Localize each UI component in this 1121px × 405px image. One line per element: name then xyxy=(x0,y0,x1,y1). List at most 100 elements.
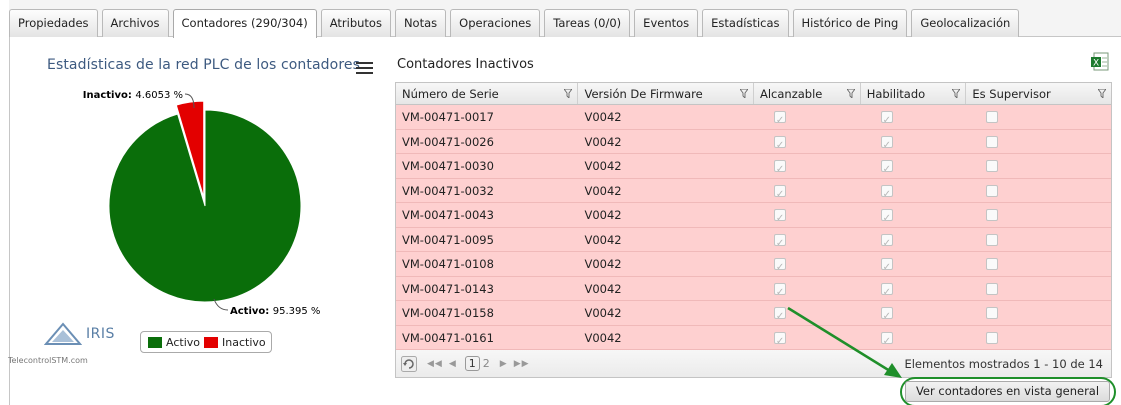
data-label-value: 4.6053 % xyxy=(135,90,183,101)
serial-number: VM-00471-0158 xyxy=(402,306,494,320)
table-row[interactable]: VM-00471-0017 V0042 xyxy=(396,105,1111,133)
serial-number: VM-00471-0043 xyxy=(402,208,494,222)
supervisor-checkbox[interactable] xyxy=(986,258,999,270)
table-row[interactable]: VM-00471-0095 V0042 xyxy=(396,227,1111,256)
enabled-checkbox[interactable] xyxy=(880,305,893,329)
inactive-meters-grid: Número de Serie Versión De Firmware Alcanz… xyxy=(395,82,1112,378)
serial-number: VM-00471-0026 xyxy=(402,134,494,149)
supervisor-checkbox[interactable] xyxy=(986,331,999,344)
pie-chart: Inactivo: 4.6053 % Activo: 95.395 % xyxy=(83,90,321,317)
serial-number: VM-00471-0095 xyxy=(402,232,494,247)
last-page-icon[interactable]: ▶▶ xyxy=(514,359,530,369)
logo-subtitle: TelecontrolSTM.com xyxy=(8,356,88,365)
filter-icon[interactable] xyxy=(846,89,855,98)
legend-item[interactable]: Inactivo xyxy=(204,336,266,349)
firmware-version: V0042 xyxy=(584,183,622,198)
tab-9[interactable]: Histórico de Ping xyxy=(792,9,908,37)
enabled-checkbox[interactable] xyxy=(880,183,893,207)
table-row[interactable]: VM-00471-0026 V0042 xyxy=(396,129,1111,158)
data-label-name: Activo: xyxy=(230,306,273,317)
tab-8[interactable]: Estadísticas xyxy=(702,9,789,37)
supervisor-checkbox[interactable] xyxy=(986,111,999,123)
firmware-version: V0042 xyxy=(584,110,622,124)
iris-logo-icon xyxy=(43,322,83,349)
legend-swatch xyxy=(148,336,162,348)
enabled-checkbox[interactable] xyxy=(880,256,893,280)
serial-number: VM-00471-0030 xyxy=(402,159,494,173)
supervisor-checkbox[interactable] xyxy=(986,160,999,172)
column-header[interactable]: Habilitado xyxy=(861,83,967,104)
legend-item[interactable]: Activo xyxy=(148,336,200,349)
pie-slice-activo[interactable] xyxy=(108,109,302,303)
reachable-checkbox[interactable] xyxy=(773,305,786,329)
filter-icon[interactable] xyxy=(1097,89,1106,98)
table-row[interactable]: VM-00471-0032 V0042 xyxy=(396,178,1111,207)
chart-legend: Activo Inactivo xyxy=(140,331,272,353)
excel-export-icon[interactable]: X xyxy=(1090,52,1110,72)
column-header-label: Versión De Firmware xyxy=(584,87,703,101)
tab-5[interactable]: Operaciones xyxy=(450,9,541,37)
tab-7[interactable]: Eventos xyxy=(634,9,699,37)
first-page-icon[interactable]: ◀◀ xyxy=(427,359,443,369)
column-header[interactable]: Alcanzable xyxy=(754,83,861,104)
grid-pager: ◀◀ ◀ 1 2 ▶ ▶▶ Elementos mostrados 1 - 10… xyxy=(396,350,1111,377)
filter-icon[interactable] xyxy=(564,89,573,98)
tab-6[interactable]: Tareas (0/0) xyxy=(544,9,631,37)
page-1-button[interactable]: 1 xyxy=(464,356,480,371)
column-header[interactable]: Número de Serie xyxy=(396,83,579,104)
table-row[interactable]: VM-00471-0143 V0042 xyxy=(396,276,1111,305)
table-row[interactable]: VM-00471-0043 V0042 xyxy=(396,203,1111,231)
table-row[interactable]: VM-00471-0030 V0042 xyxy=(396,154,1111,182)
prev-page-icon[interactable]: ◀ xyxy=(449,359,457,369)
grid-header: Número de Serie Versión De Firmware Alcanz… xyxy=(396,83,1111,105)
table-row[interactable]: VM-00471-0158 V0042 xyxy=(396,301,1111,329)
next-page-icon[interactable]: ▶ xyxy=(500,359,508,369)
firmware-version: V0042 xyxy=(584,257,622,271)
reachable-checkbox[interactable] xyxy=(773,232,786,256)
data-label-name: Inactivo: xyxy=(83,90,136,101)
legend-label: Inactivo xyxy=(222,335,266,349)
table-row[interactable]: VM-00471-0161 V0042 xyxy=(396,325,1111,354)
reachable-checkbox[interactable] xyxy=(773,207,786,231)
reachable-checkbox[interactable] xyxy=(773,109,786,133)
serial-number: VM-00471-0161 xyxy=(402,330,494,345)
column-header[interactable]: Es Supervisor xyxy=(966,83,1111,104)
reachable-checkbox[interactable] xyxy=(773,183,786,207)
reachable-checkbox[interactable] xyxy=(773,134,786,158)
firmware-version: V0042 xyxy=(584,134,622,149)
column-header[interactable]: Versión De Firmware xyxy=(578,83,754,104)
page-2-button[interactable]: 2 xyxy=(483,357,490,370)
reachable-checkbox[interactable] xyxy=(773,256,786,280)
reachable-checkbox[interactable] xyxy=(773,330,786,354)
filter-icon[interactable] xyxy=(952,89,961,98)
serial-number: VM-00471-0017 xyxy=(402,110,494,124)
tab-4[interactable]: Notas xyxy=(394,9,447,37)
reachable-checkbox[interactable] xyxy=(773,158,786,182)
enabled-checkbox[interactable] xyxy=(880,109,893,133)
supervisor-checkbox[interactable] xyxy=(986,282,999,295)
enabled-checkbox[interactable] xyxy=(880,330,893,354)
firmware-version: V0042 xyxy=(584,330,622,345)
supervisor-checkbox[interactable] xyxy=(986,233,999,246)
serial-number: VM-00471-0108 xyxy=(402,257,494,271)
view-all-meters-button[interactable]: Ver contadores en vista general xyxy=(905,381,1110,402)
serial-number: VM-00471-0143 xyxy=(402,281,494,296)
refresh-icon[interactable] xyxy=(401,355,417,372)
filter-icon[interactable] xyxy=(739,89,748,98)
supervisor-checkbox[interactable] xyxy=(986,209,999,221)
supervisor-checkbox[interactable] xyxy=(986,307,999,319)
enabled-checkbox[interactable] xyxy=(880,158,893,182)
table-row[interactable]: VM-00471-0108 V0042 xyxy=(396,252,1111,280)
supervisor-checkbox[interactable] xyxy=(986,135,999,148)
enabled-checkbox[interactable] xyxy=(880,134,893,158)
supervisor-checkbox[interactable] xyxy=(986,184,999,197)
column-header-label: Número de Serie xyxy=(402,87,499,101)
tab-10[interactable]: Geolocalización xyxy=(911,9,1020,37)
grid-body: VM-00471-0017V0042VM-00471-0026V0042VM-0… xyxy=(396,105,1111,354)
serial-number: VM-00471-0032 xyxy=(402,183,494,198)
firmware-version: V0042 xyxy=(584,208,622,222)
enabled-checkbox[interactable] xyxy=(880,207,893,231)
reachable-checkbox[interactable] xyxy=(773,281,786,305)
enabled-checkbox[interactable] xyxy=(880,281,893,305)
enabled-checkbox[interactable] xyxy=(880,232,893,256)
